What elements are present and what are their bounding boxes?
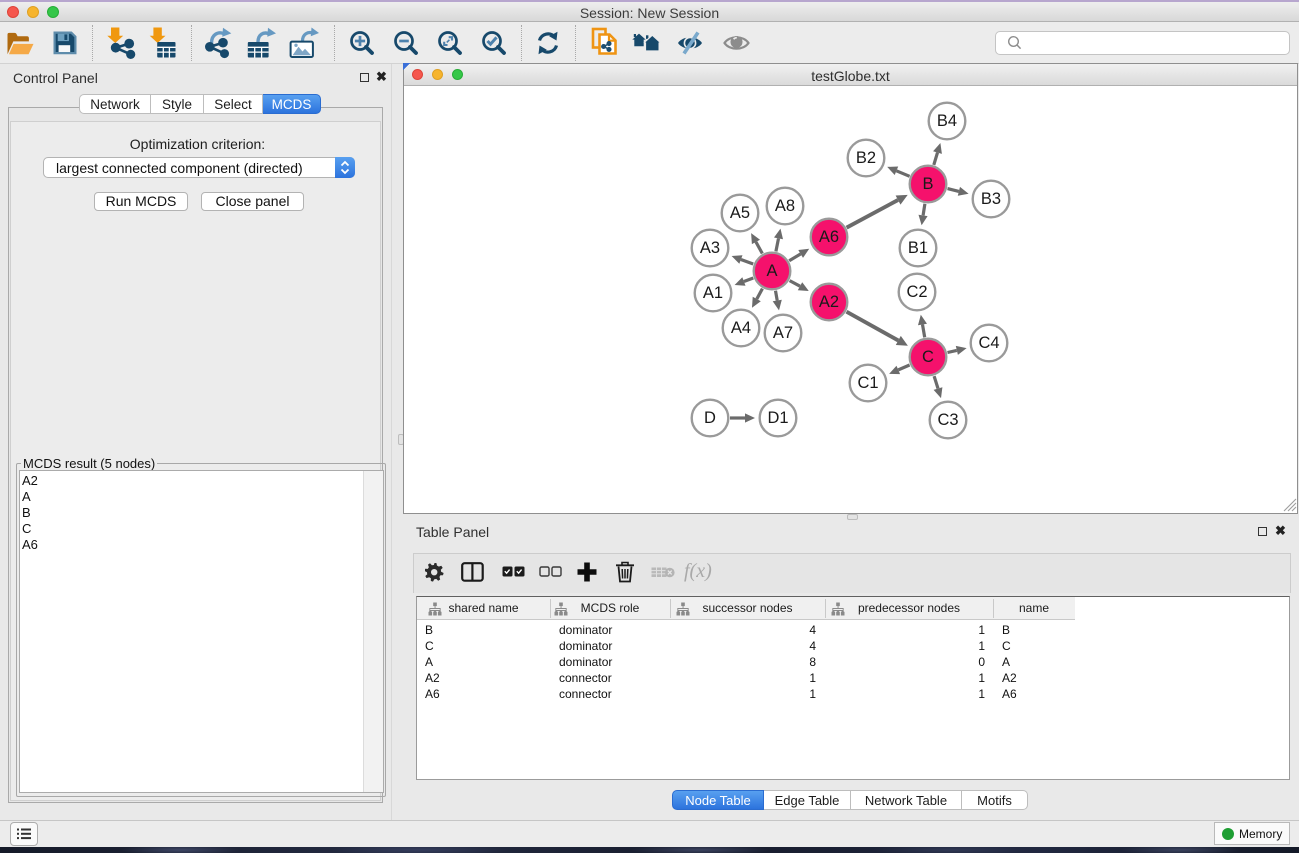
svg-text:A6: A6	[819, 228, 839, 246]
svg-text:A4: A4	[731, 319, 751, 337]
svg-text:B4: B4	[937, 112, 957, 130]
svg-text:B1: B1	[908, 239, 928, 257]
svg-text:A1: A1	[703, 284, 723, 302]
svg-text:A5: A5	[730, 204, 750, 222]
svg-text:B: B	[922, 175, 933, 193]
svg-text:A7: A7	[773, 324, 793, 342]
svg-text:A3: A3	[700, 239, 720, 257]
svg-text:A: A	[766, 262, 777, 280]
svg-text:C: C	[922, 348, 934, 366]
svg-text:A2: A2	[819, 293, 839, 311]
svg-text:C2: C2	[906, 283, 927, 301]
svg-text:D1: D1	[767, 409, 788, 427]
svg-text:C4: C4	[978, 334, 999, 352]
svg-text:A8: A8	[775, 197, 795, 215]
svg-text:C1: C1	[857, 374, 878, 392]
svg-text:C3: C3	[937, 411, 958, 429]
svg-text:B3: B3	[981, 190, 1001, 208]
svg-text:D: D	[704, 409, 716, 427]
svg-text:B2: B2	[856, 149, 876, 167]
